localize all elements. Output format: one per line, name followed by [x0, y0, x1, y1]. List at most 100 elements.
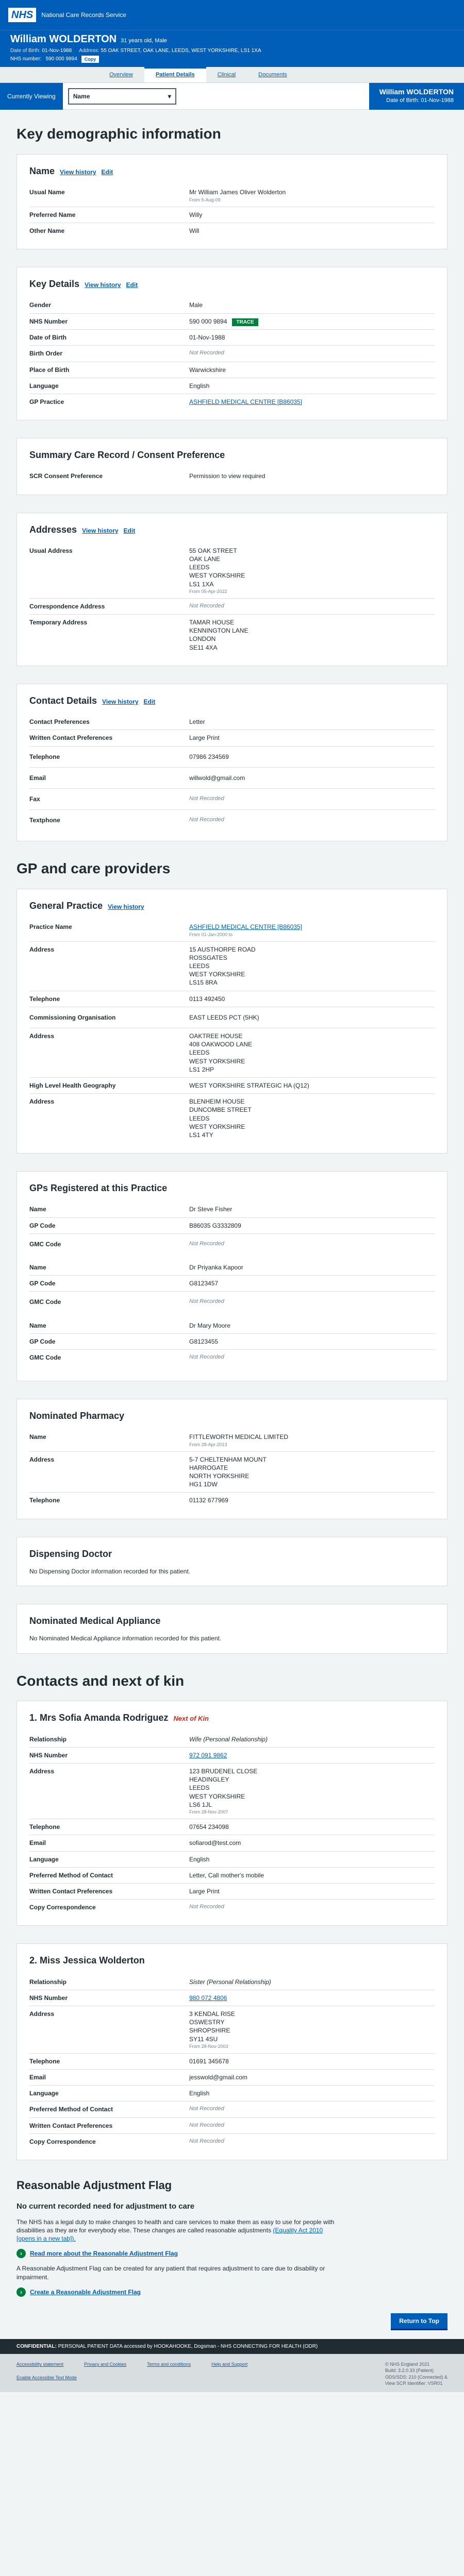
edit-link[interactable]: Edit: [144, 698, 156, 706]
row-label: Other Name: [29, 227, 65, 234]
footer-link-privacy[interactable]: Privacy and Cookies: [84, 2361, 126, 2371]
relationship-value: Wife (Personal Relationship): [189, 1735, 268, 1743]
tab-documents[interactable]: Documents: [247, 67, 299, 83]
viewing-patient-name: William WOLDERTON: [379, 87, 454, 96]
row-value: willwold@gmail.com: [189, 774, 245, 782]
edit-link[interactable]: Edit: [126, 281, 138, 289]
telephone-value: 07654 234098: [189, 1823, 229, 1831]
currently-viewing-bar: Currently Viewing Name ▾ William WOLDERT…: [0, 82, 464, 110]
address-line: HEADINGLEY: [189, 1776, 229, 1784]
read-more-raf-link[interactable]: Read more about the Reasonable Adjustmen…: [30, 2249, 178, 2258]
language-value: English: [189, 1855, 210, 1863]
contact-nhs-link[interactable]: 972 091 9862: [189, 1752, 227, 1759]
edit-link[interactable]: Edit: [124, 527, 136, 535]
gp-practice-link[interactable]: ASHFIELD MEDICAL CENTRE [B86035]: [189, 398, 302, 405]
tab-overview[interactable]: Overview: [98, 67, 144, 83]
address-line: LEEDS: [189, 1114, 210, 1122]
row-label: Gender: [29, 301, 52, 309]
edit-link[interactable]: Edit: [102, 168, 113, 176]
card-title: Key Details: [29, 279, 80, 290]
address-line: 408 OAKWOOD LANE: [189, 1041, 253, 1048]
gp-entry: Name Dr Priyanka Kapoor GP Code G8123457 G…: [29, 1260, 435, 1313]
view-history-link[interactable]: View history: [82, 527, 118, 535]
tab-bar: Overview Patient Details Clinical Docume…: [0, 66, 464, 83]
row-label: Language: [29, 2090, 59, 2097]
practice-name-link[interactable]: ASHFIELD MEDICAL CENTRE [B86035]: [189, 923, 302, 930]
footer-link-help[interactable]: Help and Support: [211, 2361, 247, 2371]
tab-clinical[interactable]: Clinical: [206, 67, 247, 83]
contact-card: 2. Miss Jessica Wolderton Relationship Si…: [16, 1943, 448, 2160]
row-label: Telephone: [29, 1497, 60, 1504]
addresses-card: Addresses View history Edit Usual Addres…: [16, 512, 448, 666]
footer-link-terms[interactable]: Terms and conditions: [147, 2361, 191, 2371]
address-line: 55 OAK STREET: [189, 547, 237, 554]
gp-name-value: Dr Mary Moore: [189, 1321, 231, 1329]
copy-correspondence-value: Not Recorded: [189, 1904, 224, 1910]
copy-nhs-button[interactable]: Copy: [81, 55, 100, 63]
row-label: Telephone: [29, 753, 60, 760]
health-geography-value: WEST YORKSHIRE STRATEGIC HA (Q12): [189, 1081, 309, 1089]
view-history-link[interactable]: View history: [108, 903, 144, 911]
address-line: ROSSGATES: [189, 954, 227, 961]
contact-nhs-link[interactable]: 980 072 4806: [189, 1994, 227, 2002]
trace-status-badge: TRACE: [232, 318, 258, 326]
address-line: LS1 1XA: [189, 580, 214, 588]
row-label: Temporary Address: [29, 619, 88, 626]
contact-card: 1. Mrs Sofia Amanda Rodriguez Next of Ki…: [16, 1701, 448, 1926]
view-history-link[interactable]: View history: [85, 281, 121, 289]
address-line: HARROGATE: [189, 1464, 228, 1471]
row-label: Preferred Name: [29, 211, 76, 218]
view-history-link[interactable]: View history: [60, 168, 96, 176]
row-label: GMC Code: [29, 1353, 61, 1361]
row-label: GP Code: [29, 1222, 56, 1229]
row-label: Place of Birth: [29, 366, 70, 374]
gmc-code-value: Not Recorded: [189, 1298, 224, 1305]
general-practice-card: General Practice View history Practice N…: [16, 889, 448, 1154]
arrow-right-icon: ›: [16, 2249, 26, 2259]
service-name[interactable]: National Care Records Service: [41, 11, 126, 19]
key-details-card: Key Details View history Edit Gender Male…: [16, 267, 448, 421]
main-content: Key demographic information Name View hi…: [0, 124, 464, 2297]
view-history-link[interactable]: View history: [102, 698, 138, 706]
relationship-value: Sister (Personal Relationship): [189, 1978, 271, 1986]
viewing-select[interactable]: Name ▾: [68, 88, 176, 105]
nhs-number-label: NHS number:: [10, 56, 42, 62]
nhs-logo[interactable]: NHS: [8, 8, 37, 22]
row-label: Usual Name: [29, 189, 65, 196]
row-label: Language: [29, 1855, 59, 1863]
nominated-pharmacy-card: Nominated Pharmacy Name FITTLEWORTH MEDIC…: [16, 1399, 448, 1519]
row-label: Email: [29, 774, 46, 782]
card-title: Nominated Pharmacy: [29, 1411, 125, 1421]
card-title: Name: [29, 166, 55, 177]
contact-name: 2. Miss Jessica Wolderton: [29, 1955, 145, 1966]
viewing-patient-summary: William WOLDERTON Date of Birth: 01-Nov-…: [369, 82, 464, 110]
address-line: 15 AUSTHORPE ROAD: [189, 945, 256, 953]
address-line: WEST YORKSHIRE: [189, 1057, 245, 1065]
create-raf-link[interactable]: Create a Reasonable Adjustment Flag: [30, 2288, 141, 2296]
row-label: GP Code: [29, 1337, 56, 1345]
nhs-header: NHS National Care Records Service: [0, 0, 464, 30]
pharmacy-name-value: FITTLEWORTH MEDICAL LIMITED: [189, 1433, 289, 1441]
address-line: LS15 8RA: [189, 979, 218, 987]
row-label: Telephone: [29, 2057, 60, 2065]
card-title: Dispensing Doctor: [29, 1548, 112, 1559]
address-line: WEST YORKSHIRE: [189, 1792, 245, 1800]
footer-link-accessible-text[interactable]: Enable Accessible Text Mode: [16, 2375, 77, 2385]
card-title: GPs Registered at this Practice: [29, 1183, 168, 1194]
row-label: Address: [29, 2010, 55, 2018]
gp-name-value: Dr Steve Fisher: [189, 1206, 233, 1213]
footer-link-accessibility[interactable]: Accessibility statement: [16, 2361, 63, 2371]
written-contact-value: Large Print: [189, 1887, 220, 1895]
card-title: Contact Details: [29, 695, 97, 706]
return-to-top-button[interactable]: Return to Top: [391, 2313, 448, 2329]
row-label: Preferred Method of Contact: [29, 2106, 113, 2113]
viewing-patient-dob: Date of Birth: 01-Nov-1988: [386, 97, 454, 104]
raf-subheading: No current recorded need for adjustment …: [16, 2201, 195, 2211]
place-of-birth-value: Warwickshire: [189, 366, 226, 374]
address-line: OSWESTRY: [189, 2019, 225, 2026]
footer-meta-line: View SCR Identifier: VSR01: [385, 2380, 443, 2386]
card-title: Addresses: [29, 524, 77, 535]
address-line: LS1 2HP: [189, 1065, 214, 1073]
address-line: 123 BRUDENEL CLOSE: [189, 1768, 258, 1775]
tab-patient-details[interactable]: Patient Details: [144, 66, 206, 83]
